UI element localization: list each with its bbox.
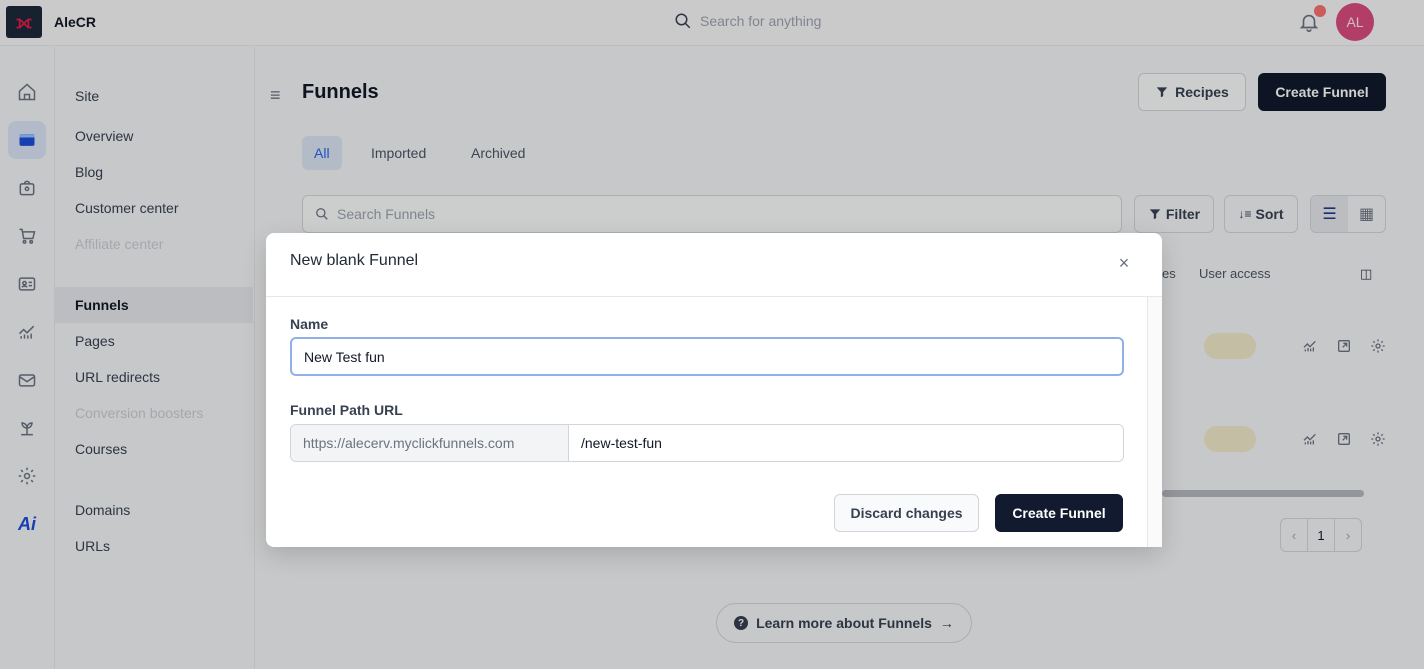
name-label: Name [290, 316, 329, 332]
modal-title: New blank Funnel [290, 252, 419, 269]
funnel-path-input[interactable] [569, 425, 1123, 461]
discard-changes-button[interactable]: Discard changes [834, 494, 979, 532]
modal-scrollbar[interactable] [1147, 297, 1162, 547]
new-funnel-modal: New blank Funnel × Name Funnel Path URL … [266, 233, 1162, 547]
funnel-path-group: https://alecerv.myclickfunnels.com [290, 424, 1124, 462]
modal-header: New blank Funnel × [266, 233, 1162, 297]
close-icon[interactable]: × [1114, 253, 1134, 273]
funnel-name-input[interactable] [290, 337, 1124, 376]
url-prefix: https://alecerv.myclickfunnels.com [291, 425, 569, 461]
path-label: Funnel Path URL [290, 402, 403, 418]
modal-create-funnel-button[interactable]: Create Funnel [995, 494, 1123, 532]
